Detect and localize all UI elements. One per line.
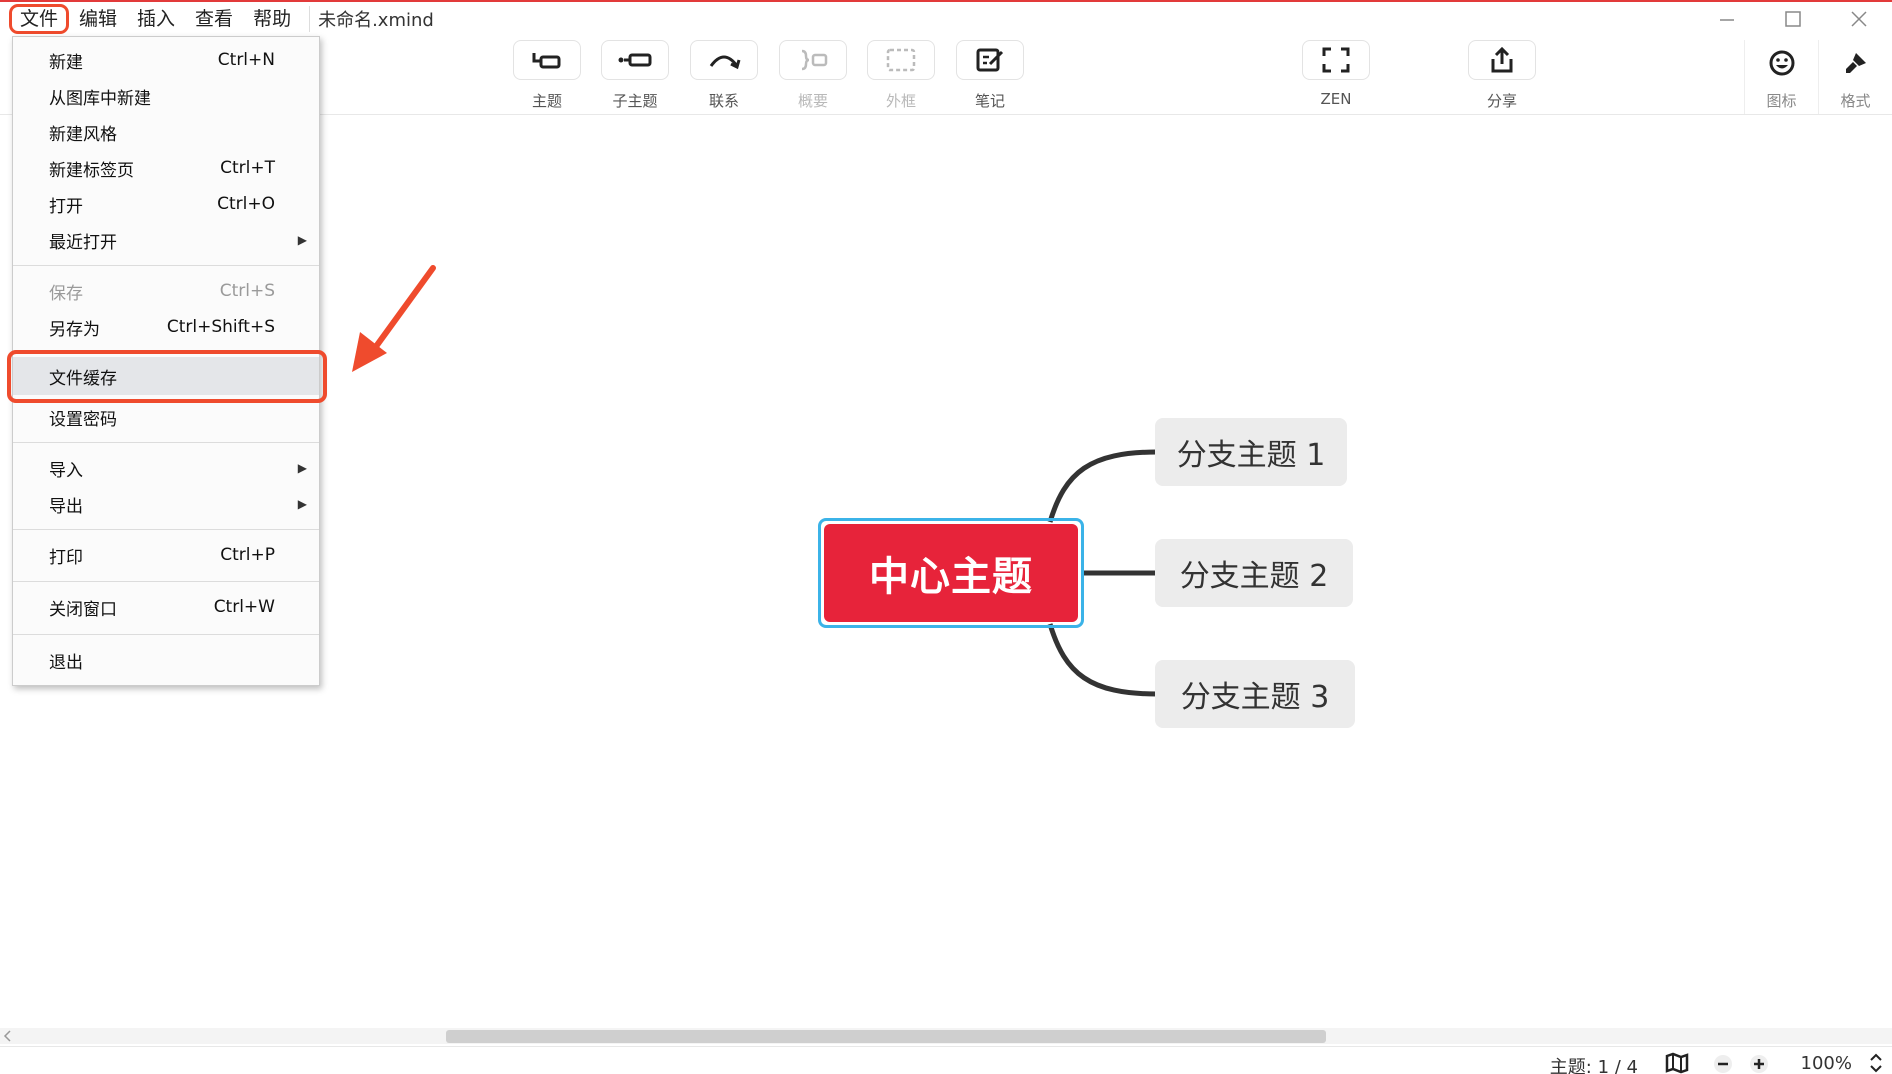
- menu-item-close-window[interactable]: 关闭窗口 Ctrl+W: [13, 591, 319, 623]
- menu-separator: [13, 442, 319, 443]
- menu-item-save-as[interactable]: 另存为 Ctrl+Shift+S: [13, 311, 319, 343]
- topic-count: 主题: 1 / 4: [1549, 1057, 1638, 1074]
- menu-item-new-tab[interactable]: 新建标签页 Ctrl+T: [13, 152, 319, 184]
- map-view-icon[interactable]: [1664, 1052, 1690, 1074]
- zoom-stepper-icon[interactable]: [1868, 1051, 1884, 1074]
- status-bar: 主题: 1 / 4 100%: [0, 1046, 1892, 1074]
- menu-item-new[interactable]: 新建 Ctrl+N: [13, 44, 319, 76]
- zoom-level[interactable]: 100%: [1801, 1053, 1852, 1074]
- submenu-arrow-icon: ▶: [297, 233, 307, 247]
- menu-item-set-password[interactable]: 设置密码: [13, 401, 319, 433]
- menu-item-print[interactable]: 打印 Ctrl+P: [13, 539, 319, 571]
- submenu-arrow-icon: ▶: [297, 461, 307, 475]
- menu-item-export[interactable]: 导出 ▶: [13, 488, 319, 520]
- menu-item-new-from-gallery[interactable]: 从图库中新建: [13, 80, 319, 112]
- menu-separator: [13, 581, 319, 582]
- menu-separator: [13, 529, 319, 530]
- app-window: 文件 编辑 插入 查看 帮助 未命名.xmind 主题 子主题 联系 概要 外框: [0, 0, 1892, 1074]
- highlight-box: [7, 350, 327, 403]
- zoom-in-icon[interactable]: [1748, 1054, 1770, 1074]
- zoom-out-icon[interactable]: [1712, 1054, 1734, 1074]
- menu-separator: [13, 634, 319, 635]
- menu-item-exit[interactable]: 退出: [13, 644, 319, 676]
- menu-item-new-style[interactable]: 新建风格: [13, 116, 319, 148]
- submenu-arrow-icon: ▶: [297, 497, 307, 511]
- menu-item-open[interactable]: 打开 Ctrl+O: [13, 188, 319, 220]
- menu-item-import[interactable]: 导入 ▶: [13, 452, 319, 484]
- scrollbar-thumb[interactable]: [446, 1030, 1326, 1043]
- menu-item-recent[interactable]: 最近打开 ▶: [13, 224, 319, 256]
- menu-item-save[interactable]: 保存 Ctrl+S: [13, 275, 319, 307]
- scroll-left-icon[interactable]: [2, 1029, 14, 1043]
- menu-separator: [13, 265, 319, 266]
